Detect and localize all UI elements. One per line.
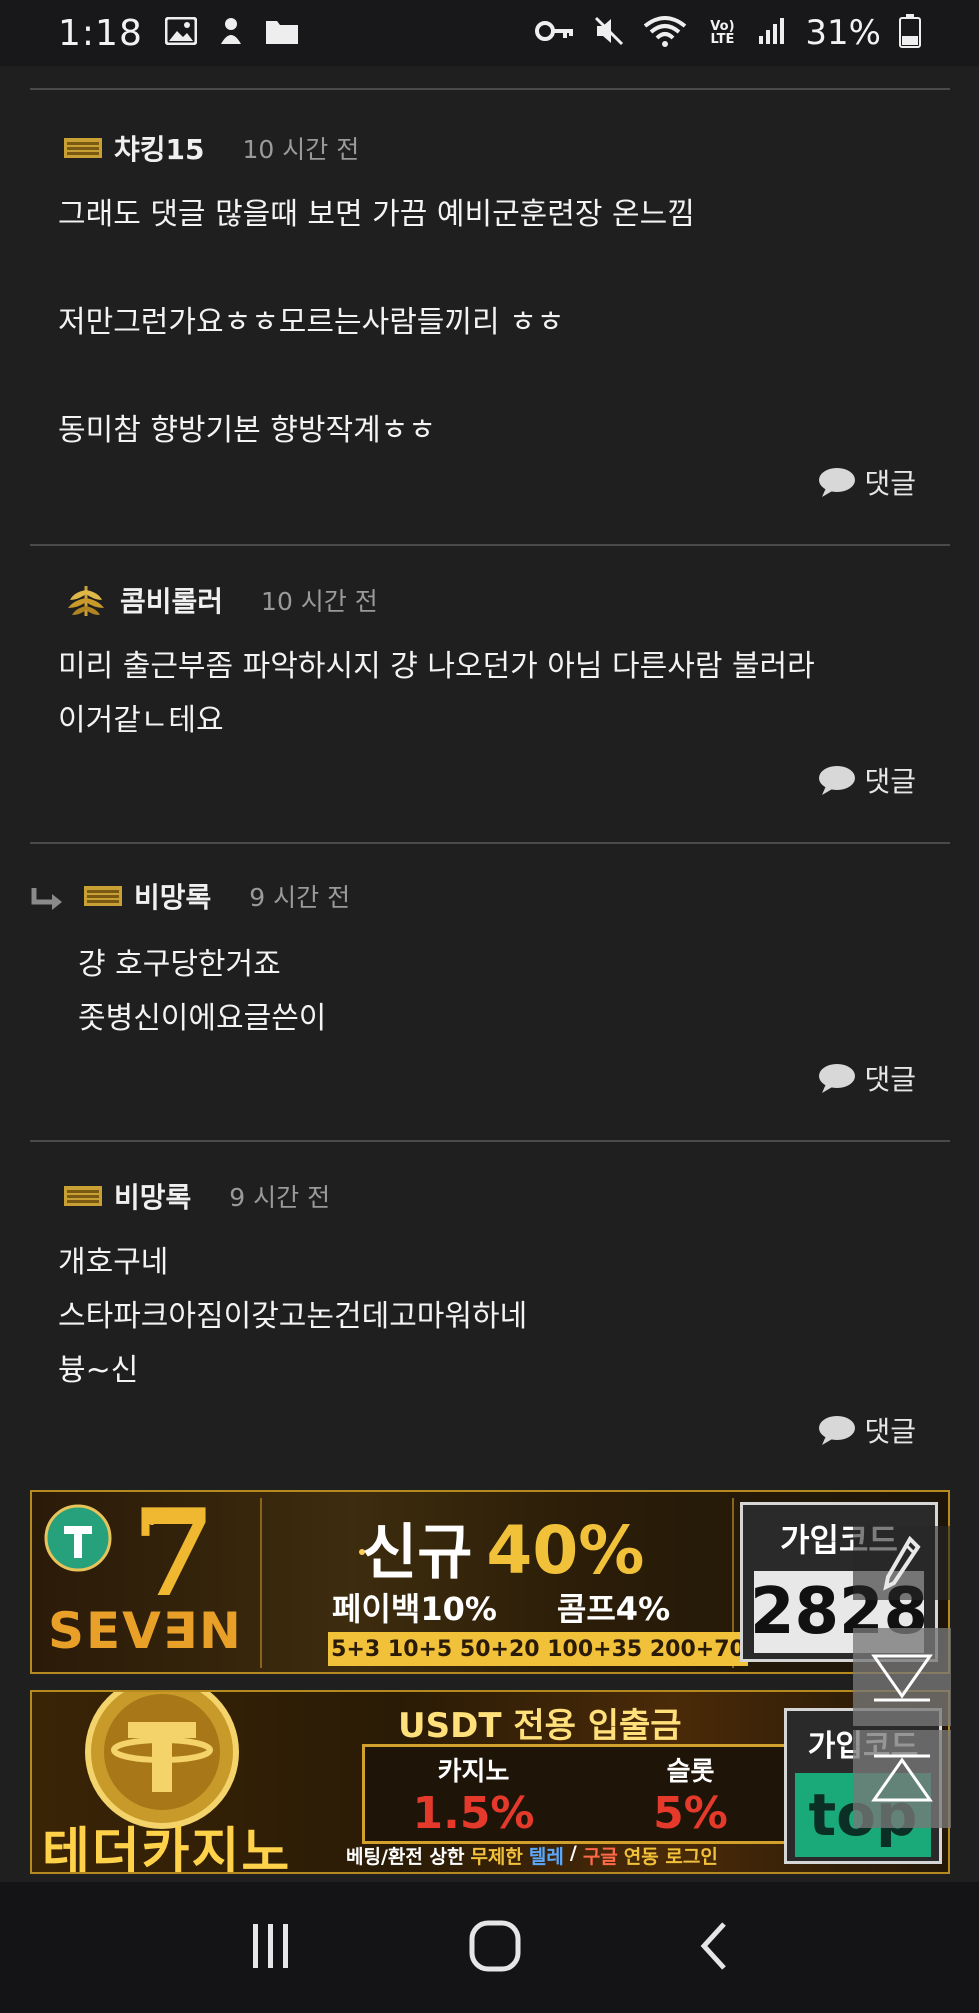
google-text: 구글 <box>582 1846 618 1868</box>
headline-new: 신규 <box>362 1518 473 1588</box>
speech-bubble-icon <box>819 766 856 795</box>
reply-button[interactable]: 댓글 <box>818 1058 916 1098</box>
comment-body: 그래도 댓글 많을때 보면 가끔 예비군훈련장 온느낌 저만그런가요ㅎㅎ모르는사… <box>58 197 695 448</box>
reply-label: 댓글 <box>864 765 916 798</box>
pencil-icon <box>883 1535 921 1591</box>
comment-time: 9 시간 전 <box>229 1183 331 1212</box>
speech-bubble-icon <box>819 468 856 497</box>
back-icon <box>700 1921 726 1970</box>
comment-body: 미리 출근부좀 파악하시지 걍 나오던가 아님 다른사람 불러라 이거같ㄴ테요 <box>58 649 815 738</box>
signal-icon <box>757 16 787 50</box>
clock: 1:18 <box>58 12 143 54</box>
banner2-headline: USDT 전용 입출금 <box>398 1706 682 1746</box>
mute-icon <box>593 15 625 51</box>
ad-banner-tether-casino[interactable]: 테더카지노 USDT 전용 입출금 카지노 1.5% 슬롯 5% 베팅/환전 상… <box>30 1690 950 1874</box>
rank-bar-icon <box>64 136 102 160</box>
recent-apps-button[interactable] <box>247 1922 295 1974</box>
headline-percent: 40% <box>486 1512 645 1589</box>
write-button[interactable] <box>853 1526 951 1600</box>
payback-text: 페이백10% <box>332 1590 497 1628</box>
system-nav-bar <box>0 1882 979 2013</box>
comment-body: 개호구네 스타파크아짐이갖고논건데고마워하네 븅~신 <box>58 1245 528 1388</box>
reply-label: 댓글 <box>864 1063 916 1096</box>
ad-banner-seven[interactable]: 7 SEV∃N 신규 40% 페이백10% 콤프4% 5+3 10+5 50+2… <box>30 1490 950 1674</box>
rate-box: 카지노 1.5% 슬롯 5% <box>362 1744 802 1844</box>
telegram-text: 텔레 <box>528 1846 564 1868</box>
battery-icon <box>899 14 921 52</box>
comment-author[interactable]: 비망록 <box>114 1176 191 1216</box>
triangle-up-icon <box>871 1754 933 1802</box>
home-button[interactable] <box>469 1920 521 1976</box>
wifi-icon <box>643 14 687 52</box>
comment-header: 챠킹15 10 시간 전 <box>64 128 359 168</box>
comment-header: 비망록 9 시간 전 <box>64 1176 330 1216</box>
folder-icon <box>265 17 299 49</box>
speech-bubble-icon <box>819 1416 856 1445</box>
reply-label: 댓글 <box>864 467 916 500</box>
seven-logo-text: SEV∃N <box>48 1602 243 1660</box>
casino-rate: 카지노 1.5% <box>412 1757 535 1839</box>
comment-author[interactable]: 비망록 <box>134 876 211 916</box>
back-button[interactable] <box>696 1920 732 1976</box>
comment-header: 비망록 9 시간 전 <box>84 876 350 916</box>
app-notification-icon <box>219 16 243 50</box>
banner2-footer: 베팅/환전 상한 무제한 텔레 / 구글 연동 로그인 <box>346 1842 718 1868</box>
tether-casino-logo: 테더카지노 <box>42 1823 292 1874</box>
seven-logo-number: 7 <box>132 1490 216 1624</box>
rank-bar-icon <box>64 1184 102 1208</box>
slot-rate: 슬롯 5% <box>653 1757 728 1839</box>
recent-apps-icon <box>253 1923 289 1968</box>
comment-header: 콤비롤러 10 시간 전 <box>64 580 378 620</box>
scroll-up-button[interactable] <box>853 1730 951 1828</box>
volte-icon: Vo) LTE <box>710 19 735 47</box>
status-bar: 1:18 Vo) LTE 31% <box>0 0 979 66</box>
gallery-icon <box>164 16 198 49</box>
comment-body: 걍 호구당한거죠 좃병신이에요글쓴이 <box>78 947 327 1036</box>
triangle-down-icon <box>871 1654 933 1702</box>
reply-arrow-icon <box>30 886 66 920</box>
bonus-strip: 5+3 10+5 50+20 100+35 200+70 <box>328 1632 748 1666</box>
banner1-subline: 페이백10% 콤프4% <box>332 1584 670 1630</box>
comment-item-reply: 비망록 9 시간 전 걍 호구당한거죠 좃병신이에요글쓴이 댓글 <box>30 842 950 1140</box>
rank-wheat-icon <box>64 582 108 618</box>
comment-time: 9 시간 전 <box>249 883 351 912</box>
reply-label: 댓글 <box>864 1415 916 1448</box>
comment-time: 10 시간 전 <box>242 135 360 164</box>
rank-bar-icon <box>84 884 122 908</box>
comment-item: 비망록 9 시간 전 개호구네 스타파크아짐이갖고논건데고마워하네 븅~신 댓글 <box>30 1140 950 1480</box>
scroll-down-button[interactable] <box>853 1628 951 1726</box>
comment-item: 챠킹15 10 시간 전 그래도 댓글 많을때 보면 가끔 예비군훈련장 온느낌… <box>30 88 950 544</box>
home-icon <box>469 1920 521 1971</box>
screen: 1:18 Vo) LTE 31% 챠킹15 10 시간 전 그래도 댓글 많을때… <box>0 0 979 2013</box>
battery-percent: 31% <box>805 13 881 53</box>
comment-item: 콤비롤러 10 시간 전 미리 출근부좀 파악하시지 걍 나오던가 아님 다른사… <box>30 544 950 842</box>
reply-button[interactable]: 댓글 <box>818 760 916 800</box>
comp-text: 콤프4% <box>556 1590 671 1628</box>
reply-button[interactable]: 댓글 <box>818 1410 916 1450</box>
comment-author[interactable]: 콤비롤러 <box>120 580 223 620</box>
speech-bubble-icon <box>819 1064 856 1093</box>
comment-author[interactable]: 챠킹15 <box>114 128 205 168</box>
comment-time: 10 시간 전 <box>261 587 378 616</box>
reply-button[interactable]: 댓글 <box>818 462 916 502</box>
banner1-headline: 신규 40% <box>362 1504 644 1591</box>
key-icon <box>535 20 575 46</box>
